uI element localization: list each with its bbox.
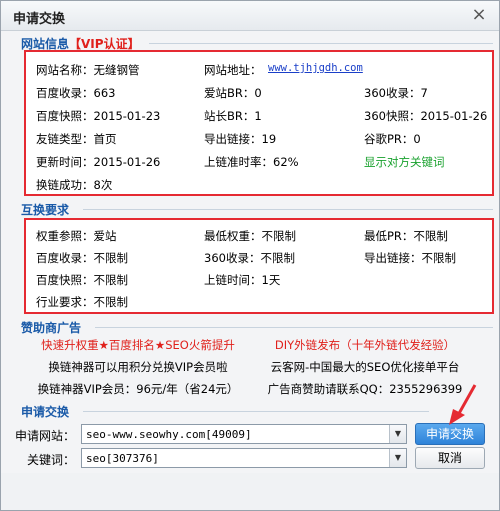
site-info-heading-text: 网站信息 [21,37,70,51]
keyword-select-value: seo[307376] [86,452,159,465]
annotation-arrow-icon [449,384,477,425]
site-name: 网站名称：无缝钢管 [36,63,140,77]
chevron-down-icon[interactable]: ▼ [389,449,406,467]
so360-index: 360收录：7 [364,86,428,100]
section-divider [95,327,493,328]
site-url-link[interactable]: www.tjhjgdh.com [268,62,363,74]
req-outbound-links: 导出链接：不限制 [364,251,456,265]
site-select-label: 申请网站： [15,429,76,443]
section-divider [149,43,493,44]
req-baidu-snapshot: 百度快照：不限制 [36,273,128,287]
site-url-label: 网站地址： [204,63,262,77]
cancel-button[interactable]: 取消 [415,447,485,469]
ad-link[interactable]: 换链神器VIP会员：96元/年（省24元） [23,381,253,397]
sponsor-heading: 赞助商广告 [21,321,82,335]
site-info-panel: 网站名称：无缝钢管 网站地址： www.tjhjgdh.com 百度收录：663… [24,50,494,196]
outbound-links: 导出链接：19 [204,132,277,146]
req-industry: 行业要求：不限制 [36,295,128,309]
req-weight-ref: 权重参照：爱站 [36,229,117,243]
vip-badge: 【VIP认证】 [69,37,140,51]
link-type: 友链类型：首页 [36,132,117,146]
ad-link[interactable]: 云客网-中国最大的SEO优化接单平台 [253,359,477,375]
chevron-down-icon[interactable]: ▼ [389,425,406,443]
google-pr: 谷歌PR：0 [364,132,421,146]
req-min-pr: 最低PR：不限制 [364,229,448,243]
section-divider [83,209,493,210]
so360-snapshot: 360快照：2015-01-26 [364,109,488,123]
req-link-time: 上链时间：1天 [204,273,281,287]
show-keywords-link[interactable]: 显示对方关键词 [364,154,445,170]
aizhan-br: 爱站BR：0 [204,86,262,100]
baidu-snapshot: 百度快照：2015-01-23 [36,109,161,123]
title-bar[interactable]: 申请交换 × [1,1,499,31]
ad-link[interactable]: 换链神器可以用积分兑换VIP会员啦 [23,359,253,375]
requirements-panel: 权重参照：爱站 最低权重：不限制 最低PR：不限制 百度收录：不限制 360收录… [24,218,494,314]
status-bar [1,473,499,510]
close-icon[interactable]: × [469,5,489,25]
dialog-window: 申请交换 × 网站信息【VIP认证】 网站名称：无缝钢管 网站地址： www.t… [0,0,500,511]
keyword-select-label: 关键词： [26,453,75,467]
exchange-success: 换链成功：8次 [36,178,113,192]
apply-heading: 申请交换 [21,405,70,419]
window-title: 申请交换 [13,12,66,27]
baidu-index: 百度收录：663 [36,86,116,100]
site-select-value: seo-www.seowhy.com[49009] [86,428,252,441]
req-baidu-index: 百度收录：不限制 [36,251,128,265]
req-360-index: 360收录：不限制 [204,251,295,265]
webmaster-br: 站长BR：1 [204,109,262,123]
site-select[interactable]: seo-www.seowhy.com[49009] ▼ [81,424,407,444]
requirements-heading: 互换要求 [21,203,70,217]
keyword-select[interactable]: seo[307376] ▼ [81,448,407,468]
ad-link[interactable]: 快速升权重★百度排名★SEO火箭提升 [23,337,253,353]
on-time-rate: 上链准时率：62% [204,155,299,169]
req-min-weight: 最低权重：不限制 [204,229,296,243]
ad-link[interactable]: DIY外链发布（十年外链代发经验） [253,337,477,353]
update-time: 更新时间：2015-01-26 [36,155,161,169]
section-divider [83,411,429,412]
